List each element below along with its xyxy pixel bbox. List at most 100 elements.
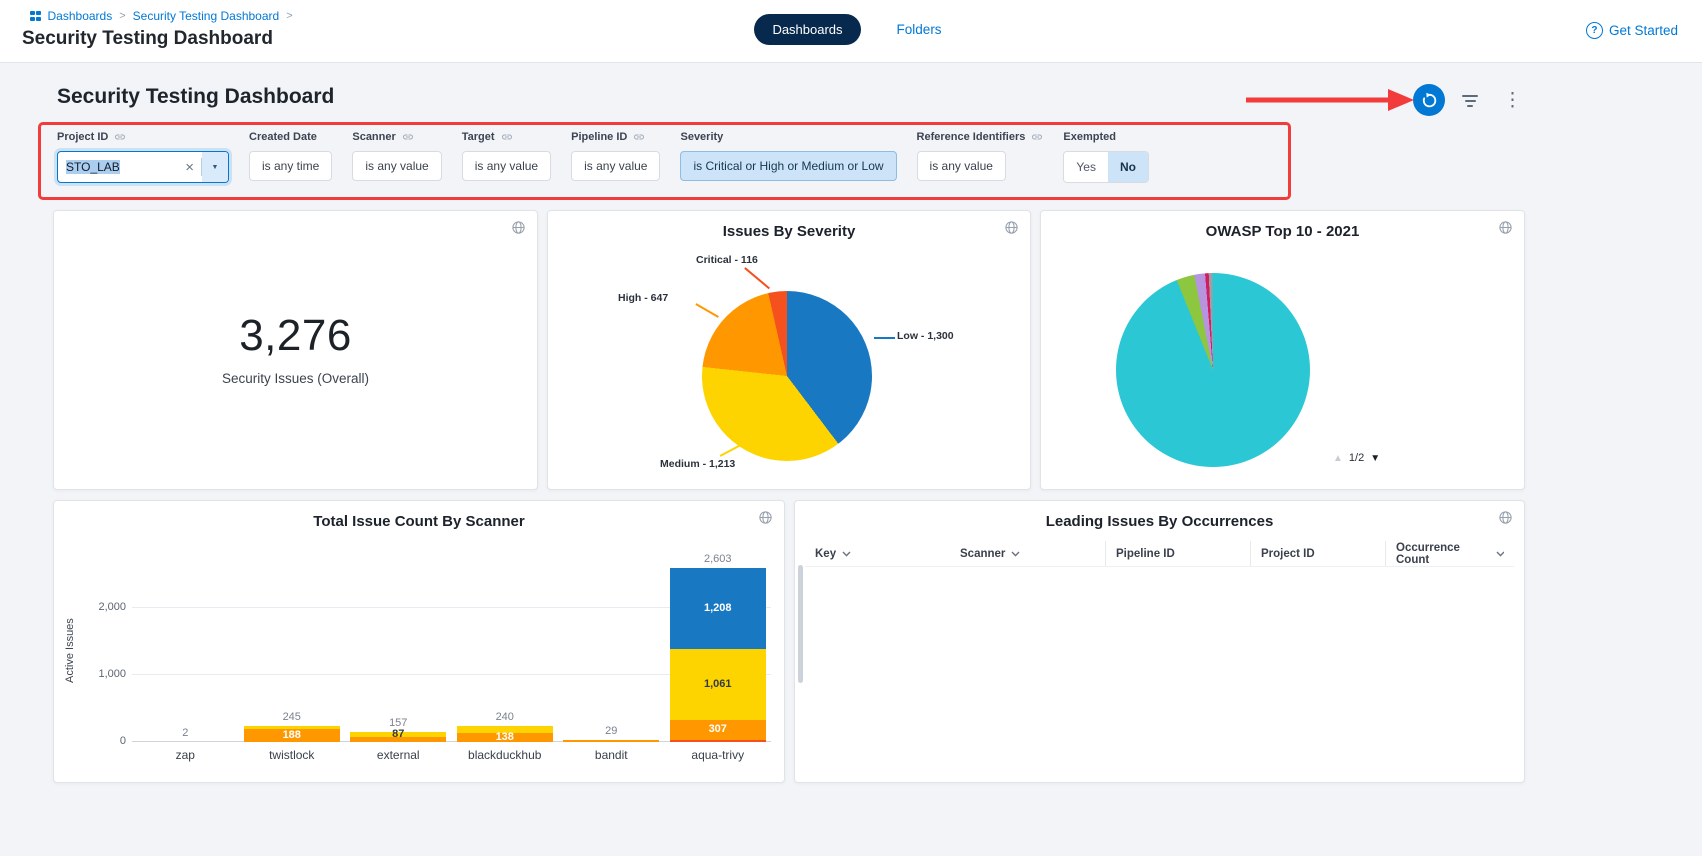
bar-stack: 138	[457, 726, 553, 742]
top-tabs: Dashboards Folders	[0, 14, 1702, 45]
x-category-label: zap	[132, 748, 239, 762]
severity-filter-chip[interactable]: is Critical or High or Medium or Low	[680, 151, 896, 181]
page-up-icon[interactable]: ▲	[1333, 453, 1343, 464]
refresh-icon	[1421, 92, 1438, 109]
column-header-scanner[interactable]: Scanner	[950, 541, 1105, 566]
more-options-button[interactable]: ⋮	[1497, 85, 1528, 117]
pie-label-high: High - 647	[618, 292, 668, 304]
link-icon	[501, 131, 513, 143]
exempted-yes-option[interactable]: Yes	[1064, 152, 1108, 182]
get-started-link[interactable]: ? Get Started	[1586, 22, 1678, 39]
filter-severity: Severity is Critical or High or Medium o…	[680, 130, 896, 181]
help-icon: ?	[1586, 22, 1603, 39]
x-category-label: external	[345, 748, 452, 762]
column-header-project-id[interactable]: Project ID	[1250, 541, 1385, 566]
occurrences-table-body	[805, 567, 1514, 772]
pipeline-id-filter-chip[interactable]: is any value	[571, 151, 660, 181]
bar-total-label: 29	[605, 725, 617, 737]
sort-chevron-icon	[1496, 551, 1504, 557]
bar-segment-blue: 1,208	[670, 568, 766, 649]
y-axis-ticks: 01,0002,000	[82, 550, 126, 742]
filter-pipeline-id: Pipeline ID is any value	[571, 130, 660, 181]
bar-segment-label: 1,061	[704, 679, 732, 690]
tile-leading-issues-by-occurrences: Leading Issues By Occurrences KeyScanner…	[794, 500, 1525, 783]
link-icon	[114, 131, 126, 143]
filter-icon-button[interactable]	[1458, 91, 1482, 111]
pie-pager: ▲ 1/2 ▼	[1333, 452, 1380, 464]
filter-created-date: Created Date is any time	[249, 130, 332, 181]
column-header-occurrence-count[interactable]: Occurrence Count	[1385, 541, 1514, 566]
bar-segment-label: 1,208	[704, 603, 732, 614]
bar-segment-yellow: 1,061	[670, 649, 766, 720]
filter-label-scanner: Scanner	[352, 131, 395, 143]
bar-segment-label: 307	[709, 724, 727, 735]
occurrences-table-header: Key ScannerPipeline ID Project ID Occurrenc…	[805, 541, 1514, 567]
dropdown-caret-icon[interactable]: ▼	[202, 152, 228, 182]
x-category-label: blackduckhub	[452, 748, 559, 762]
annotation-arrow	[1244, 87, 1416, 113]
column-header-key[interactable]: Key	[805, 541, 950, 566]
pie-label-critical: Critical - 116	[696, 254, 758, 266]
bar-column-bandit: 29	[558, 550, 665, 742]
refresh-button[interactable]	[1413, 84, 1445, 116]
created-date-filter-chip[interactable]: is any time	[249, 151, 332, 181]
bar-segment-red	[670, 740, 766, 742]
column-header-pipeline-id[interactable]: Pipeline ID	[1105, 541, 1250, 566]
sort-chevron-icon	[842, 551, 851, 557]
filter-bar: Project ID STO_LAB × ▼ Created Date is a…	[57, 130, 1149, 183]
y-tick-label: 2,000	[98, 601, 126, 613]
filter-reference-identifiers: Reference Identifiers is any value	[917, 130, 1044, 181]
tab-folders[interactable]: Folders	[891, 21, 948, 38]
globe-icon[interactable]	[511, 220, 526, 238]
owasp-pie	[1116, 273, 1310, 467]
bar-stack	[563, 740, 659, 742]
filter-label-reference-identifiers: Reference Identifiers	[917, 131, 1026, 143]
pie-label-medium: Medium - 1,213	[660, 458, 735, 470]
tile-title-total-issue-count: Total Issue Count By Scanner	[54, 513, 784, 530]
pie-callout-line	[745, 267, 770, 289]
clear-icon[interactable]: ×	[178, 159, 201, 176]
bar-stack: 1,208 1,061 307	[670, 568, 766, 742]
column-label: Key	[815, 548, 836, 560]
bar-segment-orange: 138	[457, 733, 553, 742]
filter-exempted: Exempted Yes No	[1063, 130, 1149, 183]
bar-segment-label: 138	[496, 732, 514, 743]
security-issues-label: Security Issues (Overall)	[54, 371, 537, 386]
filter-label-target: Target	[462, 131, 495, 143]
issues-by-severity-pie	[702, 291, 872, 461]
bar-total-label: 2	[182, 727, 188, 739]
page-down-icon[interactable]: ▼	[1370, 453, 1380, 464]
dashboard-heading: Security Testing Dashboard	[57, 85, 334, 109]
pie-label-low: Low - 1,300	[897, 330, 954, 342]
tile-issues-by-severity: Issues By Severity Critical - 116 High -…	[547, 210, 1031, 490]
exempted-toggle: Yes No	[1063, 151, 1149, 183]
bar-total-label: 245	[283, 711, 301, 723]
bar-segment-orange: 307	[670, 720, 766, 741]
filter-scanner: Scanner is any value	[352, 130, 441, 181]
top-header: Dashboards > Security Testing Dashboard …	[0, 0, 1702, 63]
exempted-no-option[interactable]: No	[1108, 152, 1148, 182]
bar-total-label: 2,603	[704, 553, 732, 565]
bar-stack: 188	[244, 726, 340, 742]
column-label: Project ID	[1261, 548, 1315, 560]
bar-columns: 2 245 188 15787 240 138 29 2,603 1,208 1,061 307	[132, 550, 771, 742]
bar-column-aqua-trivy: 2,603 1,208 1,061 307	[665, 550, 772, 742]
scanner-filter-chip[interactable]: is any value	[352, 151, 441, 181]
bar-column-blackduckhub: 240 138	[452, 550, 559, 742]
bar-plot: 2 245 188 15787 240 138 29 2,603 1,208 1,061 307	[132, 550, 771, 742]
x-category-label: bandit	[558, 748, 665, 762]
pie-callout-line	[720, 443, 744, 457]
bar-column-external: 15787	[345, 550, 452, 742]
tile-owasp-top-10: OWASP Top 10 - 2021 ▲ 1/2 ▼	[1040, 210, 1525, 490]
y-axis-label: Active Issues	[64, 586, 76, 716]
column-label: Occurrence Count	[1396, 542, 1490, 566]
bar-total-label: 240	[496, 711, 514, 723]
project-id-select[interactable]: STO_LAB × ▼	[57, 151, 229, 183]
tab-dashboards[interactable]: Dashboards	[754, 14, 860, 45]
link-icon	[1031, 131, 1043, 143]
target-filter-chip[interactable]: is any value	[462, 151, 551, 181]
link-icon	[402, 131, 414, 143]
reference-identifiers-filter-chip[interactable]: is any value	[917, 151, 1006, 181]
security-testing-dashboard-page: Dashboards > Security Testing Dashboard …	[0, 0, 1702, 856]
scrollbar[interactable]	[798, 565, 803, 683]
